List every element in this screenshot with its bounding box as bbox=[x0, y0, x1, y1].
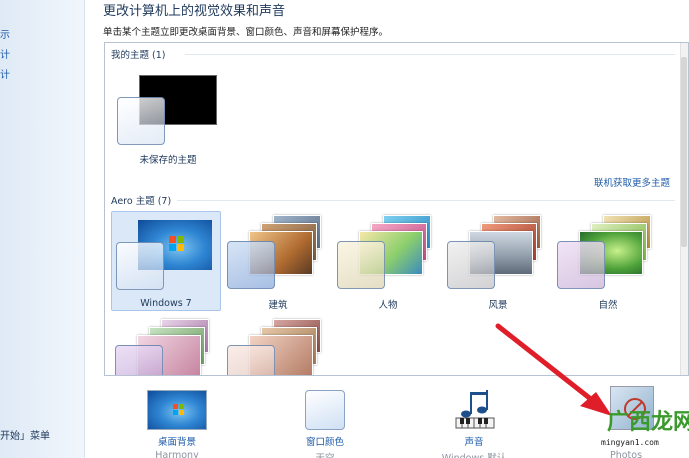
scrollbar-thumb[interactable] bbox=[681, 57, 687, 247]
theme-label: Windows 7 bbox=[140, 298, 192, 309]
theme-tile-aero-7[interactable] bbox=[223, 313, 333, 375]
desktop-background-label: 桌面背景 bbox=[157, 437, 196, 448]
window-color-value: 天空 bbox=[275, 450, 375, 458]
section-divider bbox=[185, 54, 675, 55]
window-color-swatch bbox=[337, 241, 385, 289]
desktop-background-button[interactable]: 桌面背景 Harmony bbox=[127, 382, 227, 458]
left-nav-link-3[interactable]: 计 bbox=[0, 66, 10, 81]
theme-label: 自然 bbox=[598, 300, 618, 311]
sounds-value: Windows 默认 bbox=[424, 450, 524, 458]
desktop-background-thumbnail bbox=[147, 390, 207, 430]
theme-tile-windows7[interactable]: Windows 7 bbox=[111, 211, 221, 311]
theme-label: 未保存的主题 bbox=[139, 155, 197, 166]
theme-label: 人物 bbox=[378, 300, 398, 311]
section-divider bbox=[177, 200, 675, 201]
window-color-swatch bbox=[227, 345, 275, 375]
theme-tile-architecture[interactable]: 建筑 bbox=[223, 211, 333, 311]
window-color-swatch bbox=[117, 97, 165, 145]
sounds-music-notes-icon bbox=[455, 390, 495, 429]
theme-label: 建筑 bbox=[268, 300, 288, 311]
page-subtitle: 单击某个主题立即更改桌面背景、窗口颜色、声音和屏幕保护程序。 bbox=[103, 27, 389, 38]
watermark-text: 广西龙网 bbox=[607, 410, 689, 435]
window-color-button[interactable]: 窗口颜色 天空 bbox=[275, 382, 375, 458]
left-nav-link-1[interactable]: 示 bbox=[0, 26, 10, 41]
theme-tile-nature[interactable]: 自然 bbox=[553, 211, 663, 311]
theme-tile-landscapes[interactable]: 风景 bbox=[443, 211, 553, 311]
left-nav-link-2[interactable]: 计 bbox=[0, 46, 10, 61]
window-color-thumbnail bbox=[305, 390, 345, 430]
watermark: 广西龙网 mingyan1.com bbox=[573, 404, 689, 454]
theme-tile-aero-6[interactable] bbox=[111, 313, 221, 375]
window-color-swatch bbox=[557, 241, 605, 289]
watermark-url: mingyan1.com bbox=[601, 438, 659, 447]
sounds-label: 声音 bbox=[464, 437, 484, 448]
page-title: 更改计算机上的视觉效果和声音 bbox=[103, 4, 286, 19]
window-color-swatch bbox=[116, 242, 164, 290]
window-color-label: 窗口颜色 bbox=[305, 437, 344, 448]
window-color-swatch bbox=[447, 241, 495, 289]
left-nav-pane: 示 计 计 开始」菜单 bbox=[0, 0, 85, 458]
window-color-swatch bbox=[227, 241, 275, 289]
sounds-button[interactable]: 声音 Windows 默认 bbox=[424, 382, 524, 458]
desktop-background-value: Harmony bbox=[155, 450, 199, 458]
windows-logo-icon bbox=[173, 404, 184, 415]
theme-tile-unsaved[interactable]: 未保存的主题 bbox=[113, 71, 223, 171]
theme-tile-characters[interactable]: 人物 bbox=[333, 211, 443, 311]
get-more-themes-link[interactable]: 联机获取更多主题 bbox=[594, 175, 670, 189]
theme-list-scrollbar[interactable] bbox=[680, 43, 688, 375]
my-themes-header: 我的主题 (1) bbox=[111, 50, 166, 61]
aero-themes-header: Aero 主题 (7) bbox=[111, 196, 172, 207]
window-color-swatch bbox=[115, 345, 163, 375]
theme-list[interactable]: 我的主题 (1) 未保存的主题 联机获取更多主题 Aero 主题 (7) Win… bbox=[104, 42, 689, 376]
theme-label: 风景 bbox=[488, 300, 508, 311]
start-menu-link[interactable]: 开始」菜单 bbox=[0, 427, 50, 442]
